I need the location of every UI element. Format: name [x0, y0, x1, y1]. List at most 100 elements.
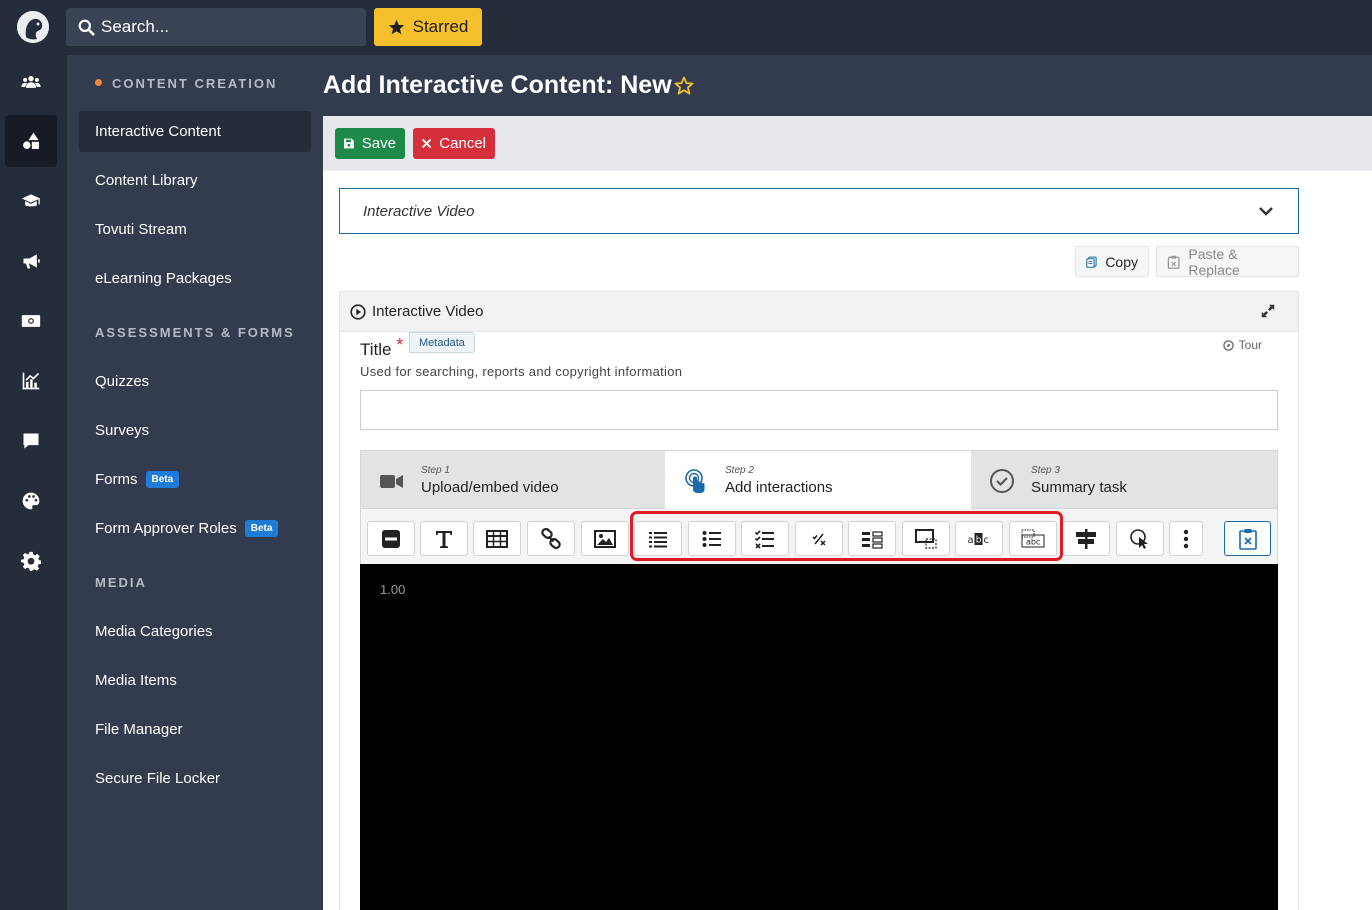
svg-text:a: a: [968, 535, 974, 546]
action-bar: Save Cancel: [323, 116, 1372, 171]
favorite-star-icon[interactable]: [674, 76, 694, 96]
section-assessments-forms: ASSESSMENTS & FORMS: [95, 325, 295, 340]
beta-badge: Beta: [244, 520, 279, 537]
navigation-hotspot-tool-button[interactable]: [1116, 521, 1164, 556]
multiple-choice-tool-button[interactable]: [741, 521, 789, 556]
text-tool-button[interactable]: [420, 521, 468, 556]
navigation-hotspot-icon: [1130, 528, 1148, 549]
save-button[interactable]: Save: [335, 128, 405, 159]
section-media: MEDIA: [95, 575, 147, 590]
chat-icon[interactable]: [5, 415, 57, 467]
graduation-cap-icon[interactable]: [5, 175, 57, 227]
image-icon: [594, 529, 616, 548]
table-tool-button[interactable]: [473, 521, 521, 556]
title-input[interactable]: [360, 390, 1278, 430]
search-placeholder: Search...: [101, 17, 170, 36]
logo-icon[interactable]: [17, 11, 49, 43]
icon-rail: [0, 55, 67, 910]
interactive-video-panel: Interactive Video Title * Metadata Tour …: [339, 291, 1299, 910]
top-bar: Search... Starred: [0, 0, 1372, 55]
label-tool-button[interactable]: [367, 521, 415, 556]
beta-badge: Beta: [145, 471, 180, 488]
mark-the-words-tool-button[interactable]: [902, 521, 950, 556]
clipboard-icon: [1238, 528, 1257, 550]
text-icon: [436, 530, 452, 548]
expand-icon[interactable]: [1260, 303, 1276, 319]
link-icon: [541, 527, 561, 549]
users-icon[interactable]: [5, 56, 57, 108]
money-icon[interactable]: [5, 295, 57, 347]
link-tool-button[interactable]: [527, 521, 575, 556]
starred-button[interactable]: Starred: [374, 8, 482, 46]
check-circle-icon: [990, 468, 1014, 493]
crossroads-tool-button[interactable]: [1062, 521, 1110, 556]
gear-icon[interactable]: [5, 535, 57, 587]
drag-and-drop-tool-button[interactable]: [848, 521, 896, 556]
page-title: Add Interactive Content: New: [323, 71, 672, 99]
multiple-choice-icon: [754, 529, 774, 549]
title-label: Title *: [360, 335, 404, 359]
tab-step-3[interactable]: Step 3 Summary task: [971, 451, 1277, 510]
compass-icon: [1222, 339, 1234, 351]
tab-step-1[interactable]: Step 1 Upload/embed video: [361, 451, 665, 510]
paste-interaction-button[interactable]: [1224, 521, 1271, 556]
video-timestamp: 1.00: [380, 582, 406, 597]
true-false-icon: [812, 533, 826, 546]
palette-icon[interactable]: [5, 475, 57, 527]
sidebar-item-media-categories[interactable]: Media Categories: [79, 611, 311, 652]
search-input[interactable]: Search...: [66, 8, 366, 46]
fill-in-blanks-icon: abc: [968, 532, 990, 546]
play-circle-icon: [350, 303, 366, 320]
cancel-button[interactable]: Cancel: [413, 128, 495, 159]
sidebar-item-content-library[interactable]: Content Library: [79, 160, 311, 201]
mark-the-words-icon: [915, 528, 937, 549]
title-help-text: Used for searching, reports and copyrigh…: [360, 364, 683, 379]
sidebar-item-media-items[interactable]: Media Items: [79, 660, 311, 701]
paste-icon: [1167, 255, 1180, 269]
sidebar-item-file-manager[interactable]: File Manager: [79, 709, 311, 750]
sidebar-item-surveys[interactable]: Surveys: [79, 410, 311, 451]
star-icon: [388, 19, 404, 34]
shapes-icon[interactable]: [5, 115, 57, 167]
search-icon: [78, 19, 95, 36]
svg-text:c: c: [984, 535, 990, 546]
starred-label: Starred: [412, 17, 469, 36]
content-type-value: Interactive Video: [363, 202, 475, 220]
panel-title: Interactive Video: [372, 303, 484, 320]
megaphone-icon[interactable]: [5, 235, 57, 287]
touch-pointer-icon: [685, 468, 705, 493]
analytics-icon[interactable]: [5, 355, 57, 407]
video-camera-icon: [380, 474, 403, 488]
true-false-tool-button[interactable]: [795, 521, 843, 556]
metadata-tag[interactable]: Metadata: [409, 332, 475, 353]
sidebar: CONTENT CREATION Interactive Content Con…: [67, 55, 323, 910]
floppy-disk-icon: [344, 138, 354, 149]
section-dot: [95, 79, 102, 86]
sidebar-item-forms[interactable]: Forms Beta: [79, 459, 311, 500]
sidebar-item-interactive-content[interactable]: Interactive Content: [79, 111, 311, 152]
drag-text-tool-button[interactable]: abc: [1009, 521, 1057, 556]
sidebar-item-tovuti-stream[interactable]: Tovuti Stream: [79, 209, 311, 250]
video-canvas[interactable]: 1.00: [360, 564, 1278, 910]
image-tool-button[interactable]: [581, 521, 629, 556]
more-tools-button[interactable]: [1169, 521, 1203, 556]
content-type-select[interactable]: Interactive Video: [339, 188, 1299, 234]
chevron-down-icon: [1259, 207, 1273, 216]
tour-link[interactable]: Tour: [1222, 338, 1262, 352]
section-content-creation: CONTENT CREATION: [95, 76, 277, 91]
statements-icon: [649, 531, 667, 547]
interactions-toolbar: abc abc: [360, 509, 1278, 564]
fill-in-blanks-tool-button[interactable]: abc: [955, 521, 1003, 556]
copy-button[interactable]: Copy: [1075, 246, 1149, 277]
sidebar-item-secure-file-locker[interactable]: Secure File Locker: [79, 758, 311, 799]
single-choice-icon: [702, 530, 721, 547]
sidebar-item-quizzes[interactable]: Quizzes: [79, 361, 311, 402]
sidebar-item-form-approver-roles[interactable]: Form Approver Roles Beta: [79, 508, 311, 549]
tab-step-2[interactable]: Step 2 Add interactions: [665, 451, 971, 510]
single-choice-tool-button[interactable]: [688, 521, 736, 556]
statements-tool-button[interactable]: [634, 521, 682, 556]
table-icon: [486, 529, 508, 548]
svg-text:abc: abc: [1026, 537, 1040, 546]
paste-replace-button[interactable]: Paste & Replace: [1156, 246, 1299, 278]
sidebar-item-elearning-packages[interactable]: eLearning Packages: [79, 258, 311, 299]
